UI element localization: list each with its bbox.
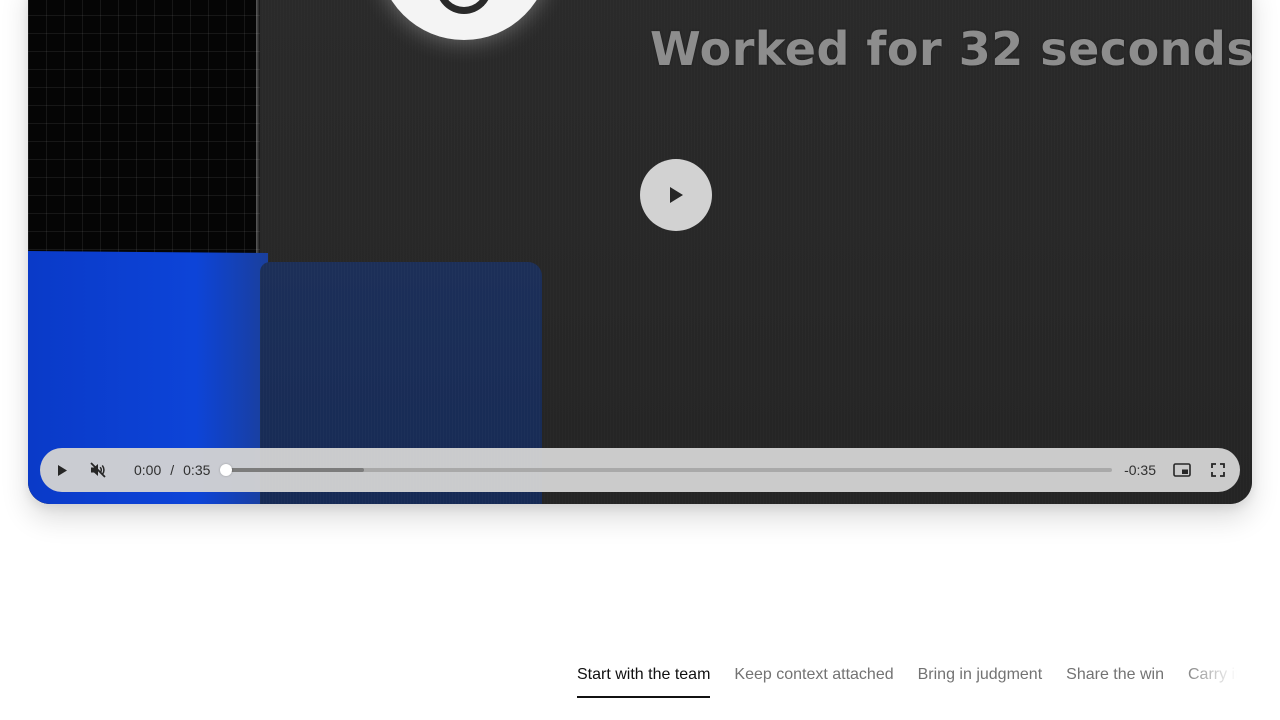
grid-panel-edge — [256, 0, 260, 254]
fullscreen-button[interactable] — [1200, 452, 1236, 488]
buffered-range — [226, 468, 364, 472]
feature-tabs: Start with the team Keep context attache… — [577, 664, 1240, 700]
play-button[interactable] — [44, 452, 80, 488]
picture-in-picture-button[interactable] — [1164, 452, 1200, 488]
tab-bring-in-judgment[interactable]: Bring in judgment — [918, 664, 1043, 698]
video-player[interactable]: Worked for 32 seconds 0:00 / 0:35 -0:35 — [28, 0, 1252, 504]
tab-share-the-win[interactable]: Share the win — [1066, 664, 1164, 698]
video-frame[interactable]: Worked for 32 seconds — [28, 0, 1252, 504]
tab-start-with-the-team[interactable]: Start with the team — [577, 664, 711, 698]
seek-bar[interactable] — [220, 464, 1113, 476]
play-icon — [58, 464, 67, 476]
big-play-button[interactable] — [640, 159, 712, 231]
current-time: 0:00 — [134, 462, 162, 478]
play-icon — [670, 187, 683, 203]
picture-in-picture-icon — [1173, 463, 1191, 477]
duration: 0:35 — [183, 462, 211, 478]
video-overlay-text: Worked for 32 seconds — [650, 22, 1252, 76]
video-control-bar: 0:00 / 0:35 -0:35 — [40, 448, 1240, 492]
tab-carry-it[interactable]: Carry it — [1188, 664, 1240, 698]
tab-keep-context-attached[interactable]: Keep context attached — [734, 664, 893, 698]
seek-handle[interactable] — [220, 464, 233, 476]
mute-button[interactable] — [80, 452, 116, 488]
time-separator: / — [170, 462, 175, 478]
volume-muted-icon — [90, 462, 106, 478]
remaining-time: -0:35 — [1124, 462, 1156, 478]
grid-panel — [28, 0, 260, 254]
fullscreen-icon — [1211, 463, 1225, 477]
